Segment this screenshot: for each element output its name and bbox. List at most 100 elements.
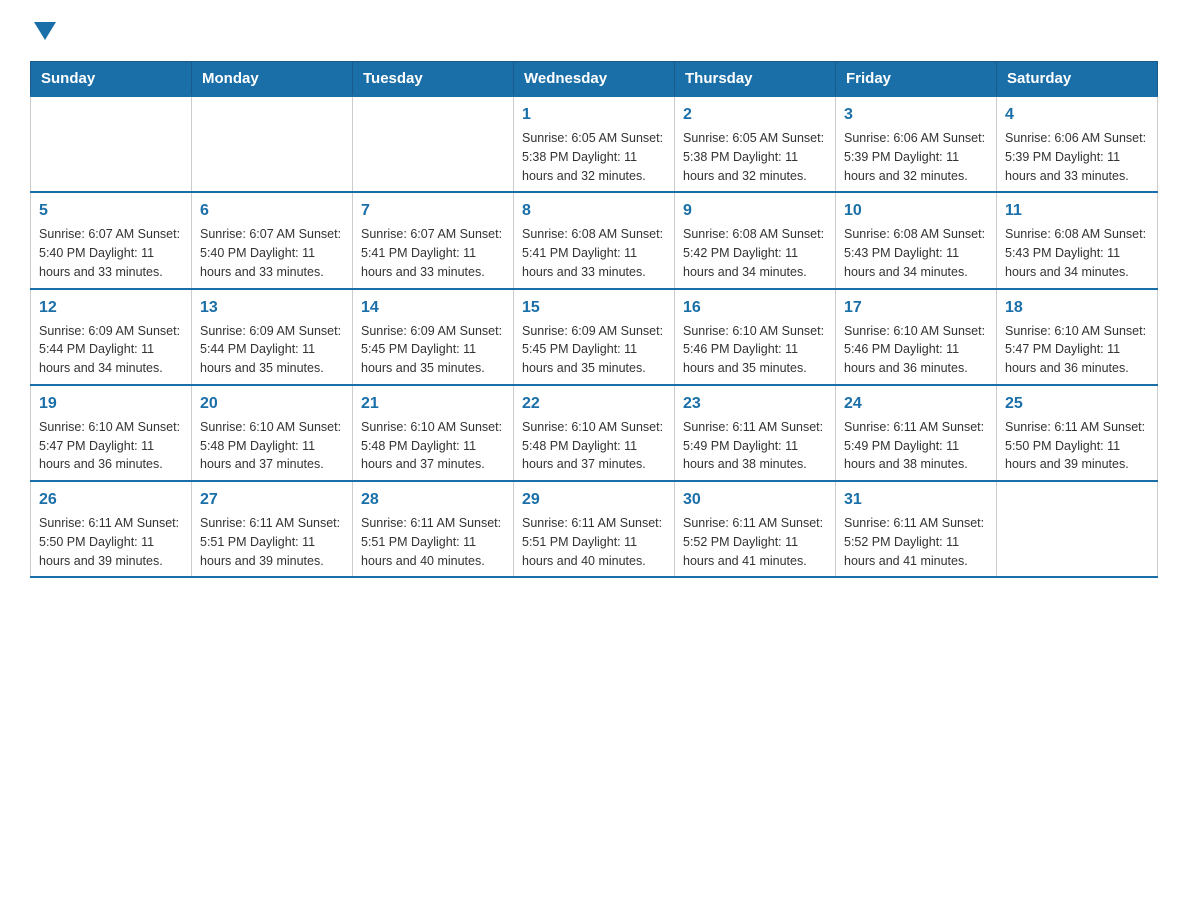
calendar-cell: 24Sunrise: 6:11 AM Sunset: 5:49 PM Dayli…: [836, 385, 997, 481]
day-number: 30: [683, 488, 827, 512]
day-info: Sunrise: 6:08 AM Sunset: 5:41 PM Dayligh…: [522, 225, 666, 281]
day-number: 28: [361, 488, 505, 512]
day-info: Sunrise: 6:11 AM Sunset: 5:51 PM Dayligh…: [200, 514, 344, 570]
day-number: 10: [844, 199, 988, 223]
column-header-saturday: Saturday: [997, 62, 1158, 97]
logo-triangle-icon: [34, 22, 56, 40]
calendar-cell: 26Sunrise: 6:11 AM Sunset: 5:50 PM Dayli…: [31, 481, 192, 577]
day-number: 25: [1005, 392, 1149, 416]
calendar-cell: 21Sunrise: 6:10 AM Sunset: 5:48 PM Dayli…: [353, 385, 514, 481]
calendar-cell: 14Sunrise: 6:09 AM Sunset: 5:45 PM Dayli…: [353, 289, 514, 385]
day-number: 12: [39, 296, 183, 320]
day-info: Sunrise: 6:11 AM Sunset: 5:51 PM Dayligh…: [361, 514, 505, 570]
calendar-cell: 1Sunrise: 6:05 AM Sunset: 5:38 PM Daylig…: [514, 96, 675, 192]
day-number: 4: [1005, 103, 1149, 127]
day-number: 22: [522, 392, 666, 416]
day-info: Sunrise: 6:07 AM Sunset: 5:40 PM Dayligh…: [200, 225, 344, 281]
calendar-cell: 23Sunrise: 6:11 AM Sunset: 5:49 PM Dayli…: [675, 385, 836, 481]
calendar-cell: [31, 96, 192, 192]
day-info: Sunrise: 6:10 AM Sunset: 5:46 PM Dayligh…: [844, 322, 988, 378]
day-info: Sunrise: 6:05 AM Sunset: 5:38 PM Dayligh…: [683, 129, 827, 185]
day-number: 21: [361, 392, 505, 416]
day-info: Sunrise: 6:05 AM Sunset: 5:38 PM Dayligh…: [522, 129, 666, 185]
calendar-cell: 13Sunrise: 6:09 AM Sunset: 5:44 PM Dayli…: [192, 289, 353, 385]
calendar-cell: 6Sunrise: 6:07 AM Sunset: 5:40 PM Daylig…: [192, 192, 353, 288]
calendar-cell: 28Sunrise: 6:11 AM Sunset: 5:51 PM Dayli…: [353, 481, 514, 577]
column-header-sunday: Sunday: [31, 62, 192, 97]
header: [30, 20, 1158, 45]
calendar-cell: 27Sunrise: 6:11 AM Sunset: 5:51 PM Dayli…: [192, 481, 353, 577]
calendar-cell: 10Sunrise: 6:08 AM Sunset: 5:43 PM Dayli…: [836, 192, 997, 288]
calendar-cell: 5Sunrise: 6:07 AM Sunset: 5:40 PM Daylig…: [31, 192, 192, 288]
day-number: 19: [39, 392, 183, 416]
day-info: Sunrise: 6:10 AM Sunset: 5:48 PM Dayligh…: [361, 418, 505, 474]
calendar-week-row: 1Sunrise: 6:05 AM Sunset: 5:38 PM Daylig…: [31, 96, 1158, 192]
column-header-monday: Monday: [192, 62, 353, 97]
calendar-cell: 3Sunrise: 6:06 AM Sunset: 5:39 PM Daylig…: [836, 96, 997, 192]
day-number: 7: [361, 199, 505, 223]
day-info: Sunrise: 6:11 AM Sunset: 5:52 PM Dayligh…: [844, 514, 988, 570]
calendar-cell: 19Sunrise: 6:10 AM Sunset: 5:47 PM Dayli…: [31, 385, 192, 481]
day-number: 1: [522, 103, 666, 127]
calendar-cell: 30Sunrise: 6:11 AM Sunset: 5:52 PM Dayli…: [675, 481, 836, 577]
day-number: 18: [1005, 296, 1149, 320]
calendar-cell: [997, 481, 1158, 577]
calendar-cell: [192, 96, 353, 192]
day-number: 14: [361, 296, 505, 320]
day-number: 16: [683, 296, 827, 320]
day-info: Sunrise: 6:11 AM Sunset: 5:50 PM Dayligh…: [39, 514, 183, 570]
calendar-week-row: 12Sunrise: 6:09 AM Sunset: 5:44 PM Dayli…: [31, 289, 1158, 385]
day-number: 27: [200, 488, 344, 512]
day-info: Sunrise: 6:08 AM Sunset: 5:43 PM Dayligh…: [1005, 225, 1149, 281]
day-number: 2: [683, 103, 827, 127]
day-info: Sunrise: 6:10 AM Sunset: 5:46 PM Dayligh…: [683, 322, 827, 378]
calendar-cell: 15Sunrise: 6:09 AM Sunset: 5:45 PM Dayli…: [514, 289, 675, 385]
day-number: 31: [844, 488, 988, 512]
day-number: 11: [1005, 199, 1149, 223]
day-info: Sunrise: 6:09 AM Sunset: 5:45 PM Dayligh…: [522, 322, 666, 378]
day-info: Sunrise: 6:10 AM Sunset: 5:47 PM Dayligh…: [1005, 322, 1149, 378]
calendar-cell: 2Sunrise: 6:05 AM Sunset: 5:38 PM Daylig…: [675, 96, 836, 192]
column-header-friday: Friday: [836, 62, 997, 97]
day-info: Sunrise: 6:06 AM Sunset: 5:39 PM Dayligh…: [844, 129, 988, 185]
calendar-cell: 4Sunrise: 6:06 AM Sunset: 5:39 PM Daylig…: [997, 96, 1158, 192]
column-header-wednesday: Wednesday: [514, 62, 675, 97]
calendar-cell: 20Sunrise: 6:10 AM Sunset: 5:48 PM Dayli…: [192, 385, 353, 481]
day-number: 15: [522, 296, 666, 320]
calendar-week-row: 26Sunrise: 6:11 AM Sunset: 5:50 PM Dayli…: [31, 481, 1158, 577]
day-info: Sunrise: 6:11 AM Sunset: 5:51 PM Dayligh…: [522, 514, 666, 570]
calendar-cell: 31Sunrise: 6:11 AM Sunset: 5:52 PM Dayli…: [836, 481, 997, 577]
day-number: 8: [522, 199, 666, 223]
day-info: Sunrise: 6:08 AM Sunset: 5:43 PM Dayligh…: [844, 225, 988, 281]
day-number: 9: [683, 199, 827, 223]
day-info: Sunrise: 6:09 AM Sunset: 5:45 PM Dayligh…: [361, 322, 505, 378]
day-info: Sunrise: 6:11 AM Sunset: 5:49 PM Dayligh…: [844, 418, 988, 474]
day-number: 6: [200, 199, 344, 223]
calendar: SundayMondayTuesdayWednesdayThursdayFrid…: [30, 61, 1158, 578]
day-number: 29: [522, 488, 666, 512]
day-info: Sunrise: 6:08 AM Sunset: 5:42 PM Dayligh…: [683, 225, 827, 281]
day-info: Sunrise: 6:10 AM Sunset: 5:48 PM Dayligh…: [200, 418, 344, 474]
day-info: Sunrise: 6:09 AM Sunset: 5:44 PM Dayligh…: [39, 322, 183, 378]
calendar-cell: [353, 96, 514, 192]
day-info: Sunrise: 6:11 AM Sunset: 5:52 PM Dayligh…: [683, 514, 827, 570]
day-info: Sunrise: 6:07 AM Sunset: 5:41 PM Dayligh…: [361, 225, 505, 281]
day-number: 13: [200, 296, 344, 320]
calendar-cell: 17Sunrise: 6:10 AM Sunset: 5:46 PM Dayli…: [836, 289, 997, 385]
calendar-cell: 29Sunrise: 6:11 AM Sunset: 5:51 PM Dayli…: [514, 481, 675, 577]
day-info: Sunrise: 6:10 AM Sunset: 5:48 PM Dayligh…: [522, 418, 666, 474]
calendar-cell: 11Sunrise: 6:08 AM Sunset: 5:43 PM Dayli…: [997, 192, 1158, 288]
calendar-cell: 8Sunrise: 6:08 AM Sunset: 5:41 PM Daylig…: [514, 192, 675, 288]
day-number: 17: [844, 296, 988, 320]
day-info: Sunrise: 6:11 AM Sunset: 5:50 PM Dayligh…: [1005, 418, 1149, 474]
day-number: 20: [200, 392, 344, 416]
calendar-cell: 12Sunrise: 6:09 AM Sunset: 5:44 PM Dayli…: [31, 289, 192, 385]
day-number: 26: [39, 488, 183, 512]
day-info: Sunrise: 6:11 AM Sunset: 5:49 PM Dayligh…: [683, 418, 827, 474]
calendar-week-row: 19Sunrise: 6:10 AM Sunset: 5:47 PM Dayli…: [31, 385, 1158, 481]
calendar-header-row: SundayMondayTuesdayWednesdayThursdayFrid…: [31, 62, 1158, 97]
day-number: 3: [844, 103, 988, 127]
calendar-week-row: 5Sunrise: 6:07 AM Sunset: 5:40 PM Daylig…: [31, 192, 1158, 288]
calendar-cell: 16Sunrise: 6:10 AM Sunset: 5:46 PM Dayli…: [675, 289, 836, 385]
day-number: 24: [844, 392, 988, 416]
